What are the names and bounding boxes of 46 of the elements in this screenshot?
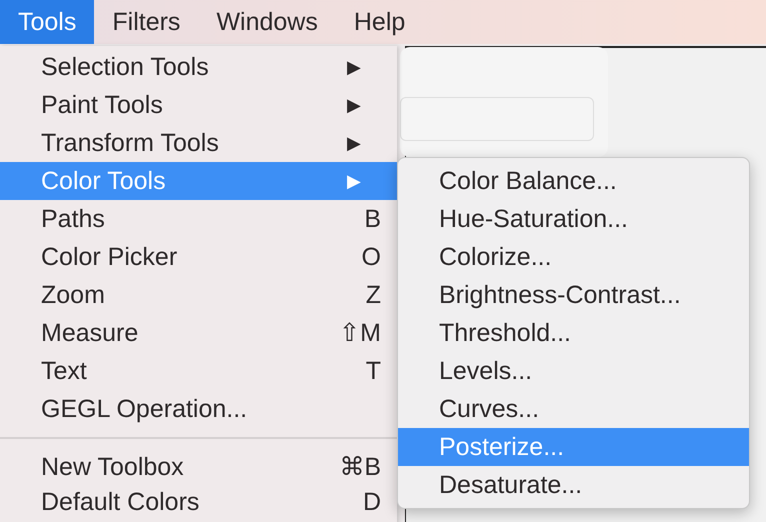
submenu-arrow: ▶ [347, 132, 361, 154]
menu-item-label: Color Tools [41, 166, 167, 196]
keyboard-shortcut: Z [366, 280, 381, 310]
menu-item[interactable]: Colorize... [398, 238, 749, 276]
menu-item-label: Zoom [41, 280, 106, 310]
menu-item[interactable]: Default Colors D [0, 486, 397, 518]
menu-item[interactable]: Paint Tools ▶ [0, 86, 397, 124]
menu-item-label: Color Picker [41, 242, 178, 272]
menu-item[interactable]: Text T [0, 352, 397, 390]
menu-bar-item[interactable]: Windows [198, 0, 336, 44]
menu-item[interactable]: Levels... [398, 352, 749, 390]
menu-item-label: Transform Tools [41, 128, 220, 158]
menu-item[interactable]: Hue-Saturation... [398, 200, 749, 238]
menu-item[interactable]: Brightness-Contrast... [398, 276, 749, 314]
menu-item-label: Paths [41, 204, 106, 234]
menu-bar-item[interactable]: Filters [94, 0, 198, 44]
menu-item[interactable]: GEGL Operation... [0, 390, 397, 428]
menu-item[interactable]: Selection Tools ▶ [0, 48, 397, 86]
keyboard-shortcut: ⌘B [339, 452, 381, 482]
menu-item-label: Paint Tools [41, 90, 164, 120]
keyboard-shortcut: D [362, 488, 381, 517]
submenu-arrow: ▶ [347, 56, 361, 78]
menu-bar-item[interactable]: Help [336, 0, 424, 44]
menu-item-label: Selection Tools [41, 52, 210, 82]
menu-item[interactable]: Transform Tools ▶ [0, 124, 397, 162]
keyboard-shortcut: ⇧M [339, 318, 381, 348]
menu-item-label: Text [41, 356, 88, 386]
menu-item-label: GEGL Operation... [41, 394, 248, 424]
menu-item[interactable]: Zoom Z [0, 276, 397, 314]
keyboard-shortcut: B [364, 204, 381, 234]
menu-item-label: Default Colors [41, 488, 200, 517]
menu-item[interactable]: Color Picker O [0, 238, 397, 276]
keyboard-shortcut: T [366, 356, 381, 386]
menu-item[interactable]: Paths B [0, 200, 397, 238]
submenu-arrow: ▶ [347, 94, 361, 116]
menu-item-label: Measure [41, 318, 140, 348]
keyboard-shortcut: O [362, 242, 381, 272]
menu-item[interactable]: Color Balance... [398, 162, 749, 200]
submenu-arrow: ▶ [347, 170, 361, 192]
menu-item[interactable]: Curves... [398, 390, 749, 428]
menu-item[interactable]: Threshold... [398, 314, 749, 352]
menu-item-label: New Toolbox [41, 452, 185, 482]
menu-bar-item[interactable]: Tools [0, 0, 94, 44]
menu-item[interactable]: Desaturate... [398, 466, 749, 504]
menu-item[interactable]: New Toolbox ⌘B [0, 448, 397, 486]
menu-item[interactable]: Measure ⇧M [0, 314, 397, 352]
